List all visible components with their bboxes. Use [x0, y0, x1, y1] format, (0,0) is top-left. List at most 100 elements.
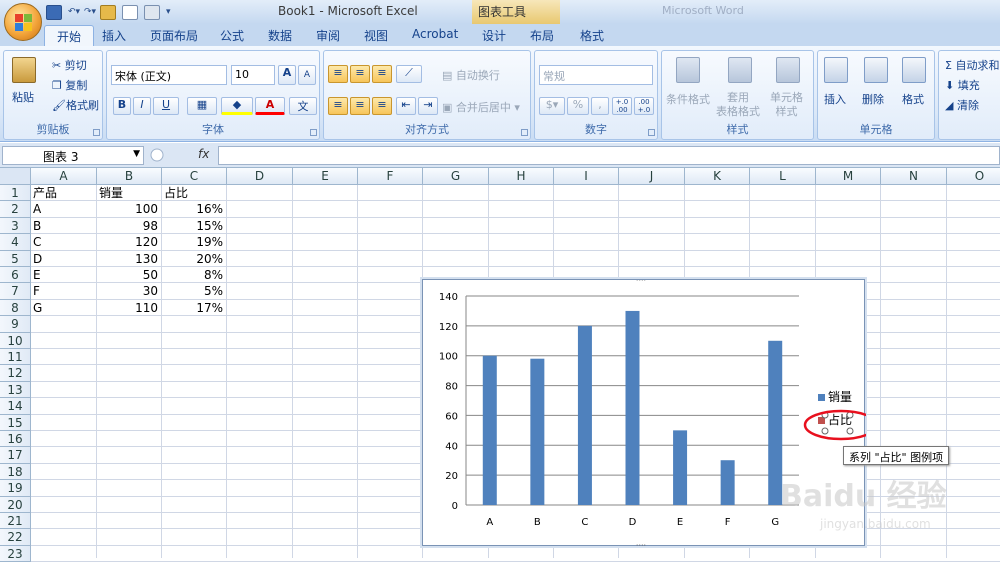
select-all-corner[interactable]: [0, 168, 31, 185]
column-header-L[interactable]: L: [750, 168, 816, 185]
row-header-9[interactable]: 9: [0, 316, 31, 333]
underline-button[interactable]: U: [153, 97, 179, 115]
expand-formula-icon[interactable]: [150, 148, 164, 162]
row-header-19[interactable]: 19: [0, 480, 31, 497]
number-format-select[interactable]: 常规: [539, 65, 653, 85]
fill-button[interactable]: ⬇ 填充: [945, 77, 980, 93]
row-header-5[interactable]: 5: [0, 250, 31, 267]
tab-insert[interactable]: 插入: [102, 27, 126, 44]
column-header-O[interactable]: O: [947, 168, 1000, 185]
tab-design[interactable]: 设计: [482, 27, 506, 44]
clear-button[interactable]: ◢ 清除: [945, 97, 979, 113]
font-size-select[interactable]: 10: [231, 65, 275, 85]
cell-C1[interactable]: 占比: [164, 185, 223, 201]
number-dialog-launcher-icon[interactable]: [648, 129, 655, 136]
redo-icon[interactable]: ↷▾: [84, 5, 96, 20]
tab-review[interactable]: 审阅: [316, 27, 340, 44]
column-header-F[interactable]: F: [358, 168, 423, 185]
border-button[interactable]: ▦: [187, 97, 217, 115]
clipboard-dialog-launcher-icon[interactable]: [93, 129, 100, 136]
cell-A5[interactable]: D: [33, 251, 93, 267]
row-header-7[interactable]: 7: [0, 283, 31, 300]
row-header-18[interactable]: 18: [0, 463, 31, 481]
cell-C7[interactable]: 5%: [164, 283, 223, 299]
name-box-dropdown-icon[interactable]: ▼: [133, 149, 140, 159]
row-header-11[interactable]: 11: [0, 349, 31, 366]
row-header-2[interactable]: 2: [0, 201, 31, 218]
cell-B7[interactable]: 30: [99, 283, 158, 299]
font-color-button[interactable]: A: [255, 97, 285, 115]
paste-icon[interactable]: [12, 57, 36, 83]
tab-view[interactable]: 视图: [364, 27, 388, 44]
row-header-21[interactable]: 21: [0, 513, 31, 530]
column-header-H[interactable]: H: [489, 168, 554, 185]
cell-A7[interactable]: F: [33, 283, 93, 299]
align-right-button[interactable]: ≡: [372, 97, 392, 115]
align-left-button[interactable]: ≡: [328, 97, 348, 115]
tab-format[interactable]: 格式: [580, 27, 604, 44]
tab-layout[interactable]: 布局: [530, 27, 554, 44]
new-doc-icon[interactable]: [122, 4, 138, 20]
cell-B1[interactable]: 销量: [99, 185, 158, 201]
print-preview-icon[interactable]: [144, 4, 160, 20]
font-dialog-launcher-icon[interactable]: [310, 129, 317, 136]
copy-button[interactable]: ❐ 复制: [52, 77, 87, 93]
autosum-button[interactable]: Σ 自动求和: [945, 57, 999, 73]
tab-formulas[interactable]: 公式: [220, 27, 244, 44]
decrease-indent-button[interactable]: ⇤: [396, 97, 416, 115]
phonetic-button[interactable]: 文: [289, 97, 317, 115]
row-header-12[interactable]: 12: [0, 365, 31, 382]
format-painter-button[interactable]: 🖌格式刷: [52, 97, 99, 113]
bold-button[interactable]: B: [113, 97, 131, 115]
cell-B6[interactable]: 50: [99, 267, 158, 283]
insert-cells-button[interactable]: 插入: [824, 91, 846, 107]
comma-button[interactable]: ,: [591, 97, 609, 115]
increase-decimal-button[interactable]: +.0 .00: [612, 97, 632, 115]
column-header-N[interactable]: N: [881, 168, 947, 185]
align-bottom-button[interactable]: ≡: [372, 65, 392, 83]
cell-C5[interactable]: 20%: [164, 251, 223, 267]
tab-page-layout[interactable]: 页面布局: [150, 27, 198, 44]
fx-icon[interactable]: fx: [198, 147, 209, 161]
cell-C2[interactable]: 16%: [164, 201, 223, 217]
decrease-decimal-button[interactable]: .00 +.0: [634, 97, 654, 115]
align-center-button[interactable]: ≡: [350, 97, 370, 115]
cell-C6[interactable]: 8%: [164, 267, 223, 283]
font-name-select[interactable]: 宋体 (正文): [111, 65, 227, 85]
cell-A2[interactable]: A: [33, 201, 93, 217]
percent-button[interactable]: %: [567, 97, 589, 115]
cell-B8[interactable]: 110: [99, 300, 158, 316]
row-header-3[interactable]: 3: [0, 217, 31, 235]
row-header-17[interactable]: 17: [0, 447, 31, 464]
align-middle-button[interactable]: ≡: [350, 65, 370, 83]
column-header-B[interactable]: B: [97, 168, 162, 185]
italic-button[interactable]: I: [133, 97, 151, 115]
cell-A8[interactable]: G: [33, 300, 93, 316]
format-cells-button[interactable]: 格式: [902, 91, 924, 107]
cell-B4[interactable]: 120: [99, 234, 158, 250]
fill-color-button[interactable]: ◆: [221, 97, 253, 115]
row-header-8[interactable]: 8: [0, 299, 31, 317]
cell-A3[interactable]: B: [33, 218, 93, 234]
column-header-E[interactable]: E: [293, 168, 358, 185]
cell-A1[interactable]: 产品: [33, 185, 93, 201]
cell-C8[interactable]: 17%: [164, 300, 223, 316]
column-header-I[interactable]: I: [554, 168, 619, 185]
cell-B3[interactable]: 98: [99, 218, 158, 234]
row-header-20[interactable]: 20: [0, 496, 31, 513]
cell-B2[interactable]: 100: [99, 201, 158, 217]
column-header-M[interactable]: M: [816, 168, 881, 185]
cell-C3[interactable]: 15%: [164, 218, 223, 234]
tab-acrobat[interactable]: Acrobat: [412, 27, 458, 41]
cell-A6[interactable]: E: [33, 267, 93, 283]
save-icon[interactable]: [46, 4, 62, 20]
shrink-font-button[interactable]: A: [298, 65, 316, 85]
row-header-23[interactable]: 23: [0, 545, 31, 562]
row-header-15[interactable]: 15: [0, 414, 31, 431]
row-header-14[interactable]: 14: [0, 398, 31, 415]
cell-styles-button[interactable]: 单元格 样式: [770, 91, 803, 119]
format-icon[interactable]: [100, 4, 116, 20]
row-header-16[interactable]: 16: [0, 431, 31, 448]
column-header-C[interactable]: C: [162, 168, 227, 185]
cell-A4[interactable]: C: [33, 234, 93, 250]
